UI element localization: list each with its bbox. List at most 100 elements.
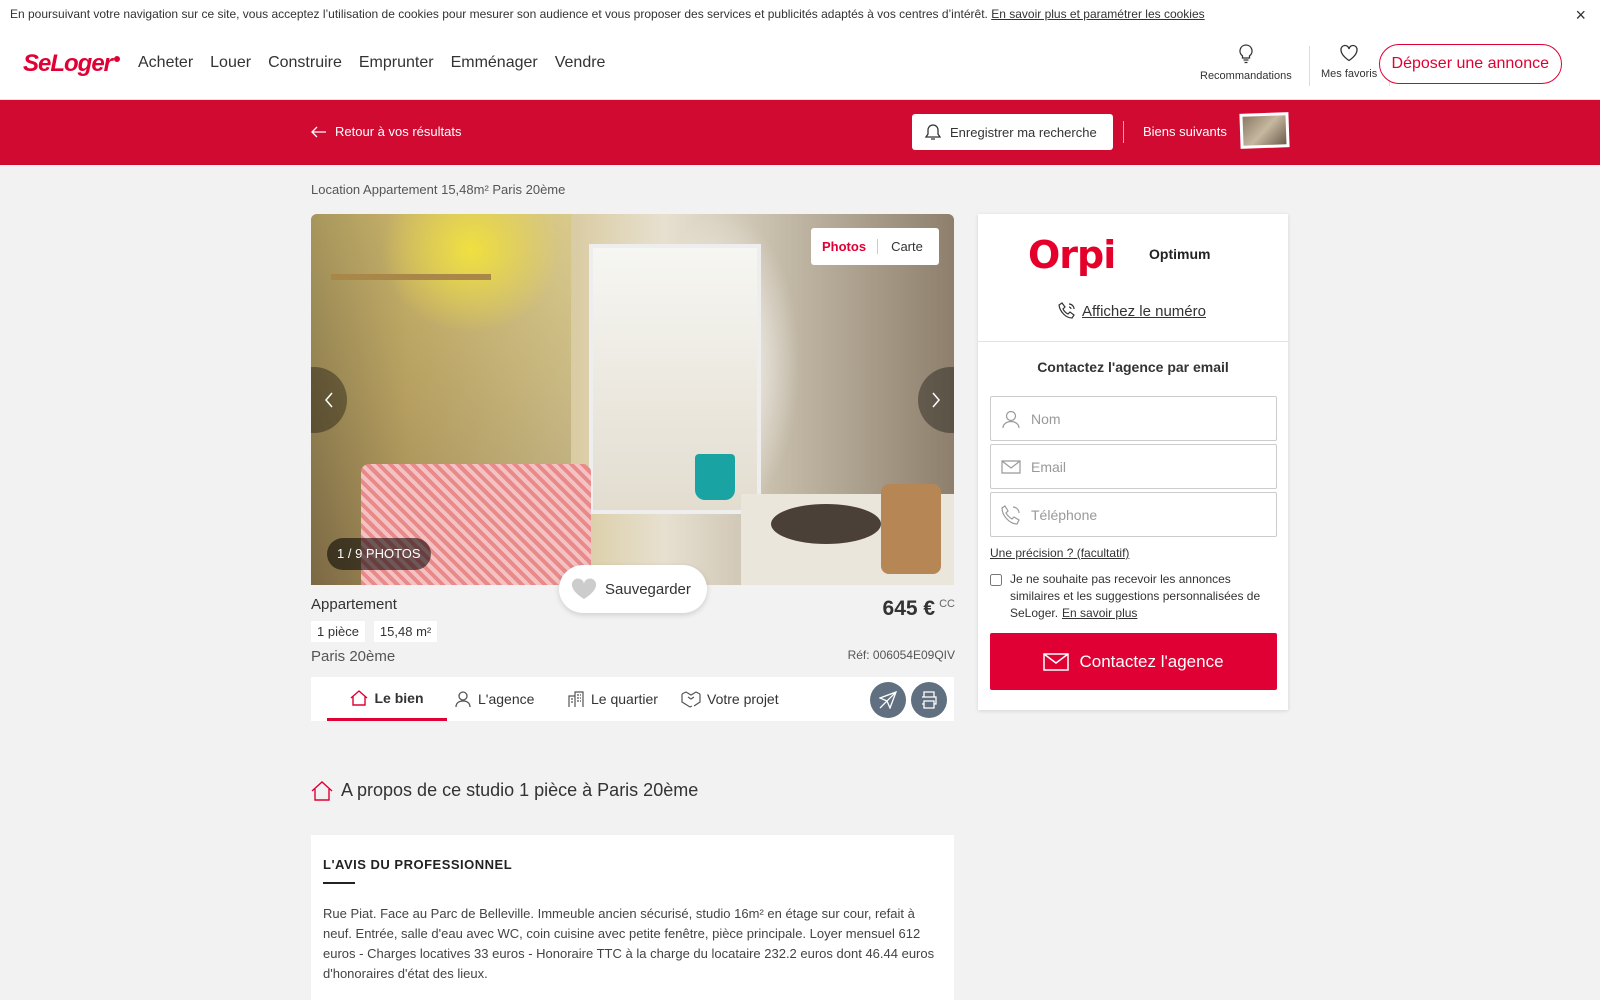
phone-field: [990, 492, 1277, 537]
agency-name: Optimum: [1149, 246, 1211, 262]
favoris-button[interactable]: Mes favoris: [1321, 44, 1377, 80]
house-icon: [311, 780, 333, 801]
show-phone-label: Affichez le numéro: [1082, 302, 1206, 320]
back-label: Retour à vos résultats: [335, 124, 462, 139]
tab-photos[interactable]: Photos: [811, 239, 879, 254]
listing-photo[interactable]: Photos Carte 1 / 9 PHOTOS: [311, 214, 954, 585]
heart-icon: [571, 578, 597, 599]
tab-label: Le bien: [374, 689, 424, 706]
review-text: Rue Piat. Face au Parc de Belleville. Im…: [323, 906, 935, 981]
about-title-text: A propos de ce studio 1 pièce à Paris 20…: [341, 780, 699, 800]
photo-window: [589, 244, 761, 514]
house-icon: [351, 689, 368, 706]
envelope-icon: [1043, 652, 1070, 671]
tab-votre-projet[interactable]: Votre projet: [671, 677, 789, 721]
professional-review: L'AVIS DU PROFESSIONNEL Rue Piat. Face a…: [311, 835, 954, 1000]
card-divider: [978, 341, 1288, 342]
deposer-annonce-button[interactable]: Déposer une annonce: [1378, 44, 1562, 84]
send-icon: [879, 691, 897, 709]
tab-quartier[interactable]: Le quartier: [557, 677, 668, 721]
photo-shelf: [331, 274, 491, 280]
save-listing-button[interactable]: Sauvegarder: [559, 565, 707, 613]
recommandations-label: Recommandations: [1200, 70, 1292, 82]
cookie-banner: En poursuivant votre navigation sur ce s…: [0, 0, 1600, 32]
about-section-title: A propos de ce studio 1 pièce à Paris 20…: [311, 780, 698, 801]
save-search-button[interactable]: Enregistrer ma recherche: [912, 114, 1113, 150]
save-listing-label: Sauvegarder: [605, 580, 691, 598]
cookie-text: En poursuivant votre navigation sur ce s…: [10, 7, 988, 21]
cookie-settings-link[interactable]: En savoir plus et paramétrer les cookies: [991, 7, 1204, 21]
show-phone-link[interactable]: Affichez le numéro: [1058, 302, 1206, 320]
contact-agency-label: Contactez l'agence: [1079, 651, 1224, 671]
heart-icon: [1340, 44, 1358, 62]
logo-text: SeLoger: [23, 50, 113, 77]
phone-icon: [1058, 302, 1075, 319]
next-photo-button[interactable]: [918, 367, 954, 433]
rooms-chip: 1 pièce: [311, 621, 365, 642]
chevron-left-icon: [325, 392, 333, 408]
back-to-results-link[interactable]: Retour à vos résultats: [311, 124, 461, 139]
phone-icon: [1001, 504, 1020, 525]
agency-contact-card: Orpi Optimum Affichez le numéro Contacte…: [978, 214, 1288, 710]
handshake-icon: [681, 691, 701, 708]
close-icon[interactable]: ×: [1575, 6, 1586, 24]
nav-construire[interactable]: Construire: [268, 54, 342, 72]
favoris-label: Mes favoris: [1321, 68, 1378, 80]
optout-row: Je ne souhaite pas recevoir les annonces…: [990, 571, 1277, 622]
tab-agence[interactable]: L'agence: [444, 677, 544, 721]
email-input[interactable]: [1031, 458, 1251, 475]
tab-label: L'agence: [478, 691, 535, 707]
area-chip: 15,48 m²: [373, 621, 438, 642]
name-input[interactable]: [1031, 410, 1251, 427]
optout-checkbox[interactable]: [990, 574, 1002, 586]
name-field: [990, 396, 1277, 441]
optout-text: Je ne souhaite pas recevoir les annonces…: [1010, 571, 1277, 622]
save-search-label: Enregistrer ma recherche: [950, 124, 1097, 140]
header-divider: [1309, 46, 1310, 86]
photo-map-toggle: Photos Carte: [811, 228, 939, 265]
next-listing-thumbnail[interactable]: [1239, 112, 1290, 149]
listing-tabs: Le bien L'agence Le quartier Votre proje…: [311, 677, 954, 721]
review-heading: L'AVIS DU PROFESSIONNEL: [323, 857, 513, 872]
tab-le-bien[interactable]: Le bien: [327, 677, 447, 721]
email-field: [990, 444, 1277, 489]
add-precision-link[interactable]: Une précision ? (facultatif): [990, 546, 1129, 560]
property-type: Appartement: [311, 596, 397, 613]
chevron-right-icon: [932, 392, 940, 408]
tab-carte[interactable]: Carte: [878, 239, 936, 254]
property-features: 1 pièce 15,48 m²: [311, 621, 438, 642]
print-button[interactable]: [911, 682, 947, 718]
optout-learn-more-link[interactable]: En savoir plus: [1062, 606, 1137, 620]
price-value: 645 €: [882, 597, 936, 620]
nav-louer[interactable]: Louer: [210, 54, 251, 72]
bell-icon: [924, 124, 942, 140]
lightbulb-icon: [1239, 44, 1253, 64]
photo-counter: 1 / 9 PHOTOS: [327, 538, 431, 570]
toolbar-divider: [1123, 121, 1124, 143]
contact-agency-button[interactable]: Contactez l'agence: [990, 633, 1277, 690]
nav-acheter[interactable]: Acheter: [138, 54, 193, 72]
nav-emmenager[interactable]: Emménager: [451, 54, 538, 72]
photo-chair: [881, 484, 941, 574]
nav-emprunter[interactable]: Emprunter: [359, 54, 434, 72]
property-city: Paris 20ème: [311, 648, 396, 665]
building-icon: [568, 691, 584, 707]
next-listings-link[interactable]: Biens suivants: [1143, 124, 1227, 139]
nav-vendre[interactable]: Vendre: [555, 54, 606, 72]
tab-label: Votre projet: [707, 691, 779, 707]
photo-table: [771, 504, 881, 544]
logo-dot: [114, 56, 121, 62]
photo-lamp: [695, 454, 735, 500]
thumbnail-image: [1242, 115, 1287, 146]
share-button[interactable]: [870, 682, 906, 718]
tab-label: Le quartier: [591, 691, 658, 707]
site-header: SeLoger Acheter Louer Construire Emprunt…: [0, 32, 1600, 100]
recommandations-button[interactable]: Recommandations: [1200, 44, 1292, 82]
phone-input[interactable]: [1031, 506, 1251, 523]
property-price: 645 € CC: [883, 597, 955, 621]
orpi-logo: Orpi: [1028, 233, 1116, 277]
seloger-logo[interactable]: SeLoger: [23, 50, 121, 78]
printer-icon: [922, 691, 937, 709]
property-reference: Réf: 006054E09QIV: [847, 648, 955, 662]
contact-form-title: Contactez l'agence par email: [1037, 359, 1229, 375]
